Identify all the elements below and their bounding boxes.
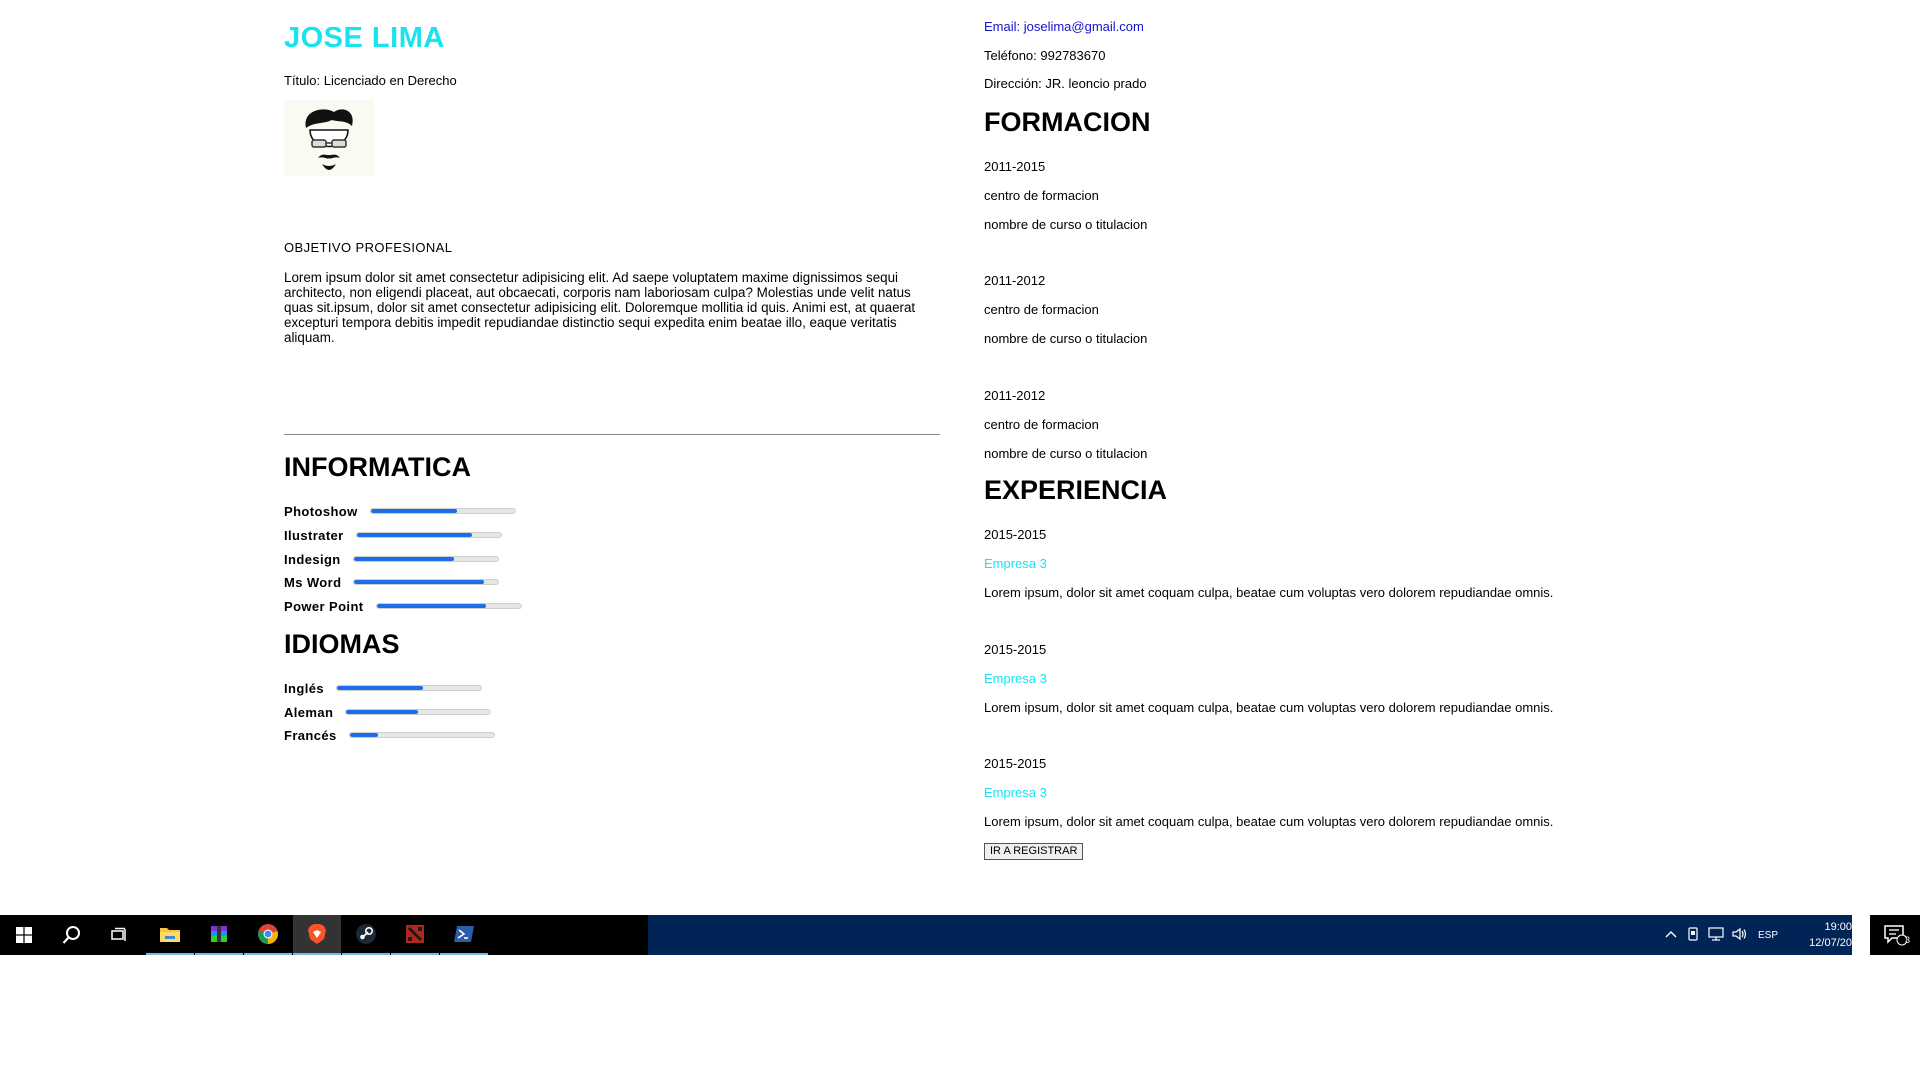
skill-bar-fill (349, 733, 379, 737)
file-explorer-icon[interactable] (146, 915, 194, 955)
formacion-years: 2011-2012 (984, 388, 1046, 403)
skill-label: Power Point (284, 598, 364, 614)
skill-bar (335, 685, 482, 691)
experiencia-description: Lorem ipsum, dolor sit amet coquam culpa… (984, 700, 1554, 715)
language-ingles: Inglés (284, 680, 482, 696)
experiencia-company: Empresa 3 (984, 671, 1047, 686)
informatica-heading: INFORMATICA (284, 452, 471, 482)
language-aleman: Aleman (284, 704, 492, 720)
windows-start-icon[interactable] (0, 915, 48, 955)
experiencia-heading: EXPERIENCIA (984, 475, 1168, 505)
volume-icon[interactable] (1728, 927, 1752, 944)
clock-time: 19:00 (1824, 921, 1852, 933)
skill-indesign: Indesign (284, 551, 499, 567)
skill-bar-fill (346, 710, 419, 714)
objective-text: Lorem ipsum dolor sit amet consectetur a… (284, 270, 916, 345)
chrome-icon[interactable] (244, 915, 292, 955)
skill-bar-fill (353, 557, 455, 561)
notification-center-icon[interactable]: 3 (1870, 915, 1920, 955)
cv-title: Título: Licenciado en Derecho (284, 73, 457, 88)
objective-label: OBJETIVO PROFESIONAL (284, 240, 453, 252)
skill-label: Indesign (284, 551, 341, 567)
clock[interactable]: 19:00 12/07/20 (1809, 919, 1852, 951)
formacion-center: centro de formacion (984, 417, 1099, 432)
skill-label: Aleman (284, 704, 334, 720)
skill-bar-fill (336, 686, 424, 690)
experiencia-years: 2015-2015 (984, 642, 1047, 657)
skill-bar-fill (376, 604, 486, 608)
skill-bar (369, 508, 516, 514)
show-desktop-strip[interactable] (1852, 915, 1870, 955)
brave-icon[interactable] (293, 915, 341, 955)
avatar-illustration-icon (305, 109, 353, 170)
skill-bar-fill (370, 509, 458, 513)
system-tray: ESP (1660, 915, 1784, 955)
skill-label: Inglés (284, 680, 324, 696)
dota2-icon[interactable] (391, 915, 439, 955)
skill-bar (353, 579, 500, 585)
device-icon[interactable] (1682, 926, 1704, 944)
formacion-course: nombre de curso o titulacion (984, 331, 1148, 346)
formacion-course: nombre de curso o titulacion (984, 217, 1148, 232)
chevron-up-icon[interactable] (1660, 929, 1682, 941)
notification-count: 3 (1904, 935, 1910, 945)
experiencia-company: Empresa 3 (984, 556, 1047, 571)
experiencia-company: Empresa 3 (984, 785, 1047, 800)
steam-icon[interactable] (342, 915, 390, 955)
clock-date: 12/07/20 (1809, 937, 1852, 949)
skill-label: Ms Word (284, 574, 342, 590)
experiencia-years: 2015-2015 (984, 527, 1047, 542)
avatar (284, 100, 374, 176)
experiencia-description: Lorem ipsum, dolor sit amet coquam culpa… (984, 585, 1554, 600)
skill-label: Francés (284, 727, 337, 743)
skill-bar (348, 732, 495, 738)
powershell-icon[interactable] (440, 915, 488, 955)
skill-label: Ilustrater (284, 527, 344, 543)
skill-bar-fill (354, 580, 485, 584)
language-frances: Francés (284, 727, 495, 743)
network-icon[interactable] (1704, 926, 1728, 944)
language-indicator[interactable]: ESP (1752, 930, 1784, 941)
skill-bar (355, 532, 502, 538)
cv-name: JOSE LIMA (284, 22, 445, 54)
contact-email[interactable]: Email: joselima@gmail.com (984, 19, 1144, 34)
experiencia-description: Lorem ipsum, dolor sit amet coquam culpa… (984, 814, 1554, 829)
taskbar-apps-area (0, 915, 648, 955)
skill-label: Photoshow (284, 503, 358, 519)
contact-phone: Teléfono: 992783670 (984, 48, 1106, 63)
formacion-heading: FORMACION (984, 107, 1151, 137)
skill-ilustrater: Ilustrater (284, 527, 502, 543)
skill-ms-word: Ms Word (284, 574, 500, 590)
idiomas-heading: IDIOMAS (284, 629, 400, 659)
skill-photoshow: Photoshow (284, 503, 516, 519)
formacion-center: centro de formacion (984, 302, 1099, 317)
skill-bar-fill (356, 533, 472, 537)
task-view-icon[interactable] (96, 915, 144, 955)
skill-bar (345, 709, 492, 715)
register-button[interactable]: IR A REGISTRAR (984, 843, 1084, 860)
winrar-icon[interactable] (195, 915, 243, 955)
contact-address: Dirección: JR. leoncio prado (984, 76, 1147, 91)
formacion-years: 2011-2012 (984, 273, 1046, 288)
formacion-course: nombre de curso o titulacion (984, 446, 1148, 461)
experiencia-years: 2015-2015 (984, 756, 1047, 771)
formacion-years: 2011-2015 (984, 159, 1046, 174)
formacion-center: centro de formacion (984, 188, 1099, 203)
skill-bar (375, 603, 522, 609)
search-icon[interactable] (48, 915, 96, 955)
taskbar: ESP 19:00 12/07/20 3 (0, 915, 1920, 955)
section-divider (284, 434, 940, 435)
skill-bar (352, 556, 499, 562)
skill-power-point: Power Point (284, 598, 522, 614)
